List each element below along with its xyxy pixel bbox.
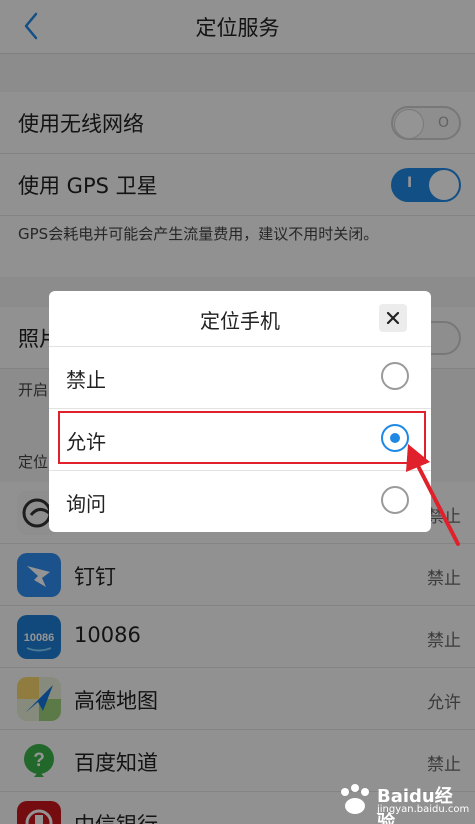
baidu-watermark: Baidu经验 jingyan.baidu.com — [335, 780, 469, 824]
watermark-domain: jingyan.baidu.com — [377, 804, 470, 815]
radio-deny[interactable] — [381, 362, 409, 390]
close-button[interactable] — [379, 304, 407, 332]
watermark-logo-text: Baidu经验 — [377, 786, 453, 824]
option-ask[interactable]: 询问 — [49, 470, 431, 532]
option-label: 禁止 — [66, 368, 106, 392]
annotation-highlight-box — [58, 411, 426, 464]
close-icon — [386, 311, 400, 325]
dialog-title: 定位手机 — [200, 309, 280, 333]
paw-logo-icon — [341, 784, 369, 814]
option-label: 询问 — [66, 492, 106, 516]
option-deny[interactable]: 禁止 — [49, 346, 431, 408]
annotation-arrow-icon — [406, 444, 460, 546]
